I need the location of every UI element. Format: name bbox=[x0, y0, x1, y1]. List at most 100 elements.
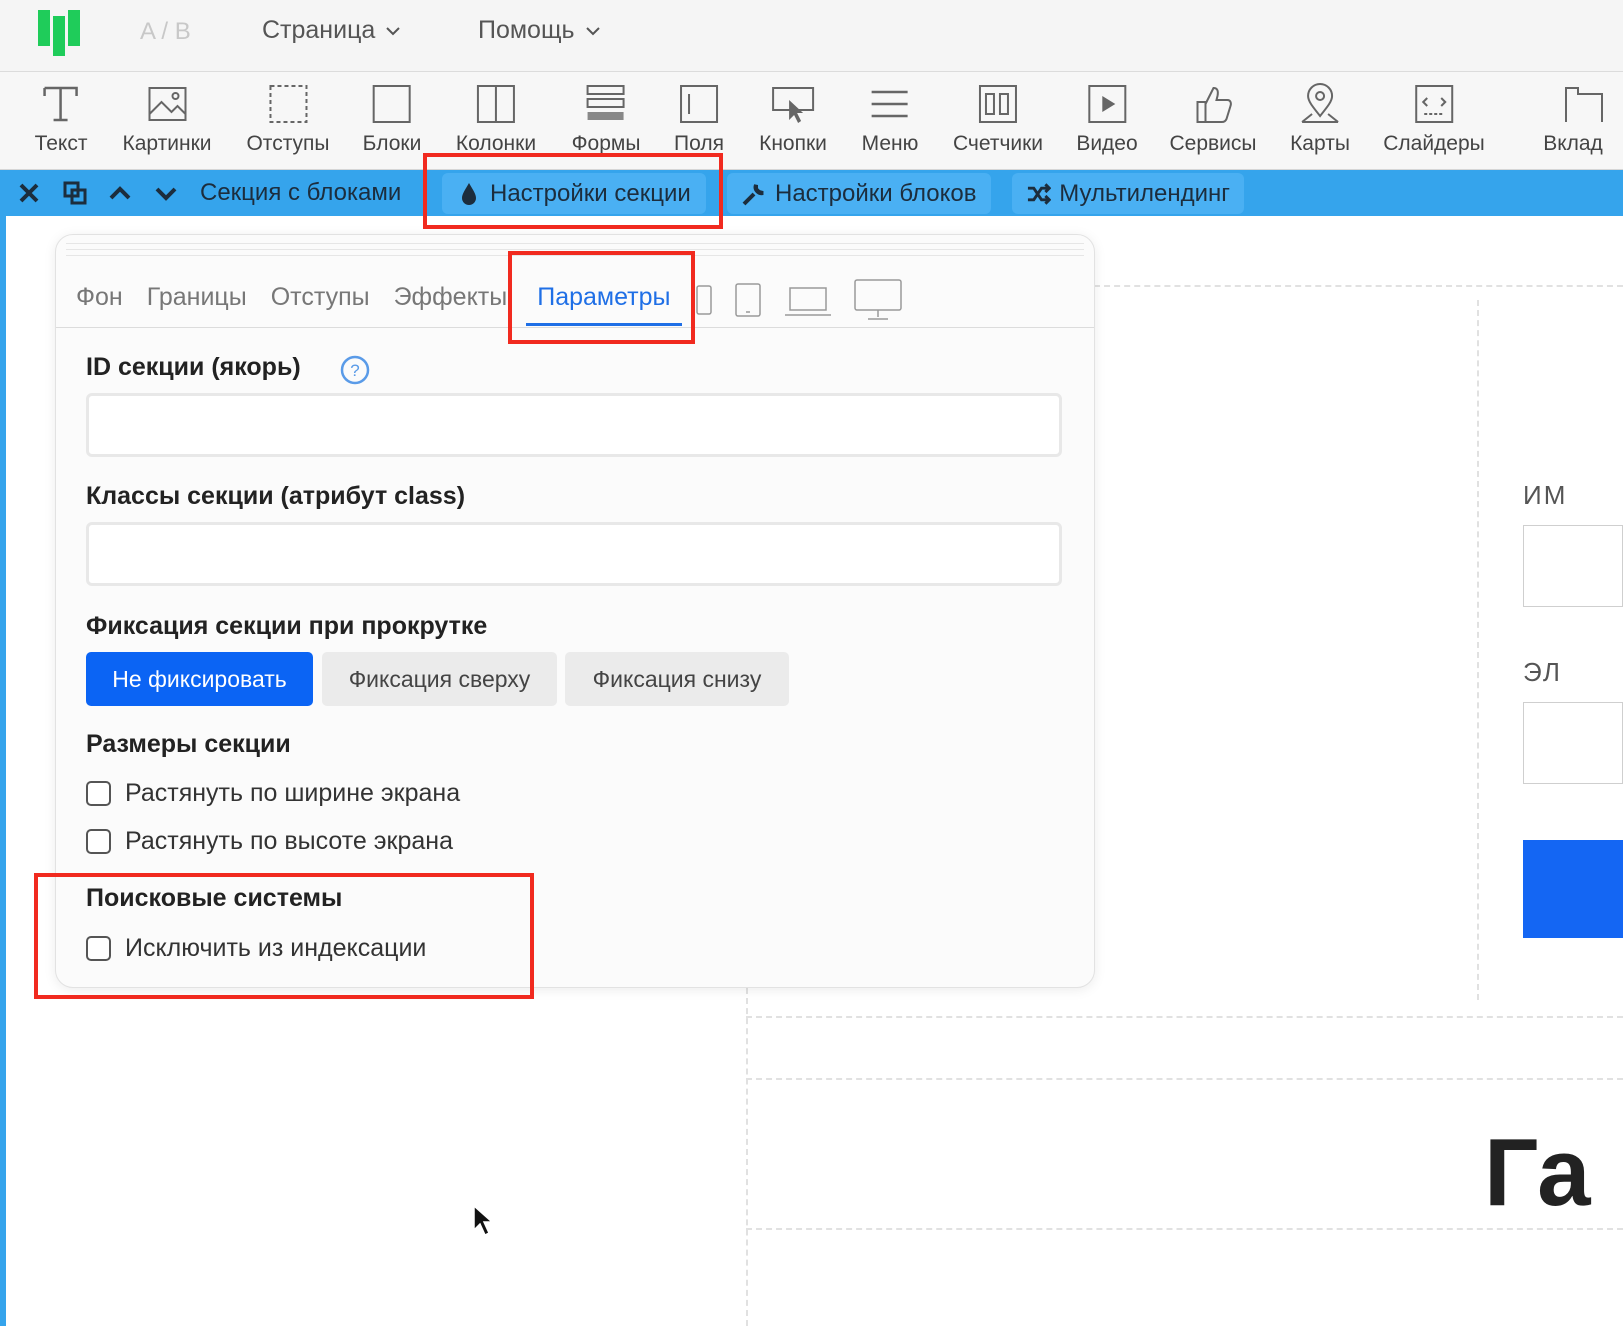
grid-guide bbox=[746, 988, 748, 1326]
tool-video[interactable]: Видео bbox=[1076, 82, 1138, 156]
block-settings-button[interactable]: Настройки блоков bbox=[727, 173, 991, 214]
close-icon[interactable] bbox=[16, 180, 42, 206]
tool-label: Текст bbox=[34, 132, 88, 155]
grid-guide bbox=[1477, 300, 1479, 1000]
tool-sliders[interactable]: Слайдеры bbox=[1383, 82, 1485, 156]
stretch-width-label: Растянуть по ширине экрана bbox=[125, 779, 461, 807]
highlight-section-settings bbox=[423, 153, 723, 229]
tab-borders[interactable]: Границы bbox=[147, 283, 247, 312]
laptop-icon[interactable] bbox=[784, 287, 832, 317]
tool-label: Карты bbox=[1290, 132, 1350, 155]
app-logo[interactable] bbox=[38, 10, 84, 56]
field-icon bbox=[680, 85, 718, 123]
chevron-down-icon[interactable] bbox=[153, 180, 179, 206]
tab-spacing[interactable]: Отступы bbox=[271, 283, 370, 312]
tool-counters[interactable]: Счетчики bbox=[953, 82, 1043, 156]
section-name: Секция с блоками bbox=[200, 179, 402, 206]
duplicate-icon[interactable] bbox=[62, 180, 88, 206]
tool-label: Видео bbox=[1076, 132, 1138, 155]
form-input-name[interactable] bbox=[1523, 525, 1623, 607]
fixation-bottom-button[interactable]: Фиксация снизу bbox=[565, 652, 789, 706]
mouse-cursor-icon bbox=[473, 1204, 494, 1237]
stretch-width-checkbox[interactable] bbox=[86, 781, 111, 806]
video-icon bbox=[1087, 85, 1126, 123]
menu-help[interactable]: Помощь bbox=[478, 16, 601, 45]
tool-buttons[interactable]: Кнопки bbox=[759, 82, 827, 156]
svg-text:?: ? bbox=[350, 361, 359, 380]
button-click-icon bbox=[772, 87, 814, 123]
fixation-top-button[interactable]: Фиксация сверху bbox=[322, 652, 557, 706]
image-icon bbox=[148, 87, 186, 121]
tool-label: Слайдеры bbox=[1383, 132, 1485, 155]
tab-effects[interactable]: Эффекты bbox=[394, 283, 508, 312]
block-settings-label: Настройки блоков bbox=[775, 179, 977, 207]
section-classes-label: Классы секции (атрибут class) bbox=[86, 482, 466, 510]
tab-background[interactable]: Фон bbox=[76, 283, 123, 312]
text-icon bbox=[43, 86, 79, 122]
grid-guide bbox=[1094, 285, 1623, 287]
slider-icon bbox=[1414, 85, 1453, 123]
tool-label: Блоки bbox=[362, 132, 422, 155]
tool-label: Счетчики bbox=[952, 132, 1044, 155]
multilanding-label: Мультилендинг bbox=[1059, 179, 1230, 207]
tool-services[interactable]: Сервисы bbox=[1169, 82, 1257, 156]
tool-spacing[interactable]: Отступы bbox=[246, 82, 330, 156]
form-submit-button[interactable] bbox=[1523, 840, 1623, 938]
chevron-up-icon[interactable] bbox=[107, 180, 133, 206]
tool-menu[interactable]: Меню bbox=[861, 82, 919, 156]
grid-guide bbox=[746, 1016, 1623, 1018]
menu-page-label: Страница bbox=[262, 16, 376, 44]
tool-images[interactable]: Картинки bbox=[123, 82, 212, 156]
form-icon bbox=[586, 85, 625, 120]
tool-label: Вклад bbox=[1543, 132, 1603, 155]
tablet-icon[interactable] bbox=[735, 283, 761, 317]
section-classes-input[interactable] bbox=[86, 522, 1062, 586]
section-toolbar: Секция с блоками Настройки секции Настро… bbox=[0, 170, 1623, 216]
ab-test-label[interactable]: A / B bbox=[140, 18, 191, 46]
tool-label: Сервисы bbox=[1169, 132, 1257, 155]
spacing-icon bbox=[268, 85, 307, 123]
sizes-label: Размеры секции bbox=[86, 730, 291, 758]
tool-label: Картинки bbox=[122, 132, 212, 155]
tool-label: Меню bbox=[861, 132, 919, 155]
phone-icon[interactable] bbox=[696, 285, 712, 315]
widget-toolbar: Текст Картинки Отступы Блоки Колонки Фор… bbox=[0, 72, 1623, 170]
tool-label: Кнопки bbox=[759, 132, 827, 155]
tool-tabs[interactable]: Вклад bbox=[1543, 82, 1606, 156]
wrench-icon bbox=[742, 183, 764, 205]
form-label-email: ЭЛ bbox=[1523, 657, 1562, 687]
chevron-down-icon bbox=[386, 26, 401, 35]
menu-page[interactable]: Страница bbox=[262, 16, 401, 45]
columns-icon bbox=[476, 85, 515, 123]
thumbs-up-icon bbox=[1195, 86, 1232, 123]
section-id-input[interactable] bbox=[86, 393, 1062, 457]
desktop-icon[interactable] bbox=[854, 279, 902, 321]
tool-forms[interactable]: Формы bbox=[572, 82, 640, 156]
page-heading: Га bbox=[1484, 1119, 1591, 1226]
form-input-email[interactable] bbox=[1523, 702, 1623, 784]
help-icon[interactable]: ? bbox=[340, 355, 370, 385]
highlight-search-engines bbox=[34, 873, 534, 999]
chevron-down-icon bbox=[585, 26, 600, 35]
tool-columns[interactable]: Колонки bbox=[456, 82, 536, 156]
section-id-label: ID секции (якорь) bbox=[86, 353, 301, 381]
fixation-label: Фиксация секции при прокрутке bbox=[86, 612, 488, 640]
counter-icon bbox=[979, 85, 1017, 123]
stretch-height-option[interactable]: Растянуть по высоте экрана bbox=[86, 827, 453, 856]
top-menu-bar: A / B Страница Помощь bbox=[0, 0, 1623, 72]
block-icon bbox=[372, 85, 411, 123]
tabs-icon bbox=[1565, 87, 1603, 122]
tool-text[interactable]: Текст bbox=[34, 82, 88, 156]
stretch-width-option[interactable]: Растянуть по ширине экрана bbox=[86, 779, 460, 808]
multilanding-button[interactable]: Мультилендинг bbox=[1012, 173, 1244, 214]
drag-handle[interactable] bbox=[66, 243, 1084, 244]
form-label-name: ИМ bbox=[1523, 480, 1568, 510]
tool-blocks[interactable]: Блоки bbox=[362, 82, 422, 156]
tool-maps[interactable]: Карты bbox=[1290, 82, 1350, 156]
stretch-height-checkbox[interactable] bbox=[86, 829, 111, 854]
grid-guide bbox=[746, 1078, 1623, 1080]
fixation-none-button[interactable]: Не фиксировать bbox=[86, 652, 313, 706]
section-edge-line bbox=[0, 216, 6, 1326]
drag-handle[interactable] bbox=[66, 249, 1084, 250]
tool-fields[interactable]: Поля bbox=[674, 82, 724, 156]
